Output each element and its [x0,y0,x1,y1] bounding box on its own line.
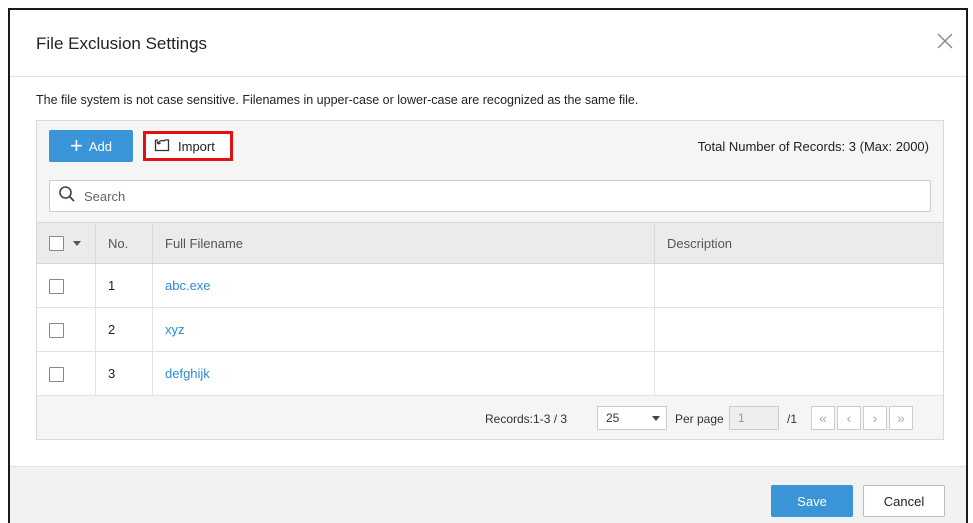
column-header-no: No. [95,222,153,264]
filename-link[interactable]: xyz [165,322,185,337]
chevron-down-icon [652,415,660,421]
row-checkbox[interactable] [49,366,64,382]
column-header-description: Description [654,222,943,264]
per-page-label: Per page [675,412,724,426]
file-exclusion-dialog: File Exclusion Settings The file system … [8,8,968,523]
row-checkbox[interactable] [49,278,64,294]
pagination-bar: Records:1-3 / 3 25 Per page /1 « ‹ › » [37,397,943,439]
filename-link[interactable]: defghijk [165,366,210,381]
table-row: 1 abc.exe [37,263,943,308]
dialog-header: File Exclusion Settings [10,10,966,77]
filename-cell: defghijk [152,351,655,396]
row-checkbox[interactable] [49,322,64,338]
table-header-row: No. Full Filename Description [37,222,943,264]
search-icon [58,185,76,208]
select-all-checkbox[interactable] [49,236,64,252]
cancel-button[interactable]: Cancel [863,485,945,517]
dialog-title: File Exclusion Settings [36,34,208,53]
last-page-icon[interactable]: » [889,406,913,430]
filename-cell: abc.exe [152,263,655,308]
filename-link[interactable]: abc.exe [165,278,211,293]
description-cell [654,263,943,308]
import-icon [154,137,170,155]
page-number-input[interactable] [729,406,779,430]
select-all-header[interactable] [37,222,96,264]
filename-cell: xyz [152,307,655,352]
per-page-value: 25 [606,411,620,425]
row-select-cell [37,263,96,308]
per-page-select[interactable]: 25 [597,406,667,430]
page-total: /1 [787,412,798,426]
table-row: 3 defghijk [37,351,943,396]
next-page-icon[interactable]: › [863,406,887,430]
total-records-count: Total Number of Records: 3 (Max: 2000) [697,139,929,154]
exclusion-list-panel: + Add Import Total Number of Records: 3 … [36,120,944,440]
chevron-down-icon[interactable] [73,241,81,247]
table-row: 2 xyz [37,307,943,352]
first-page-icon[interactable]: « [811,406,835,430]
description-cell [654,351,943,396]
dialog-footer: Save Cancel [10,466,966,523]
plus-icon: + [70,133,83,158]
description-cell [654,307,943,352]
add-button-label: Add [88,138,112,154]
import-button[interactable]: Import [143,131,233,161]
row-select-cell [37,351,96,396]
row-select-cell [37,307,96,352]
row-number: 3 [95,351,153,396]
save-button[interactable]: Save [771,485,853,517]
search-box [49,180,931,212]
import-button-label: Import [178,138,215,154]
exclusion-table: No. Full Filename Description 1 abc.exe … [37,222,943,396]
close-icon[interactable] [934,30,956,52]
prev-page-icon[interactable]: ‹ [837,406,861,430]
search-input[interactable] [82,187,906,205]
row-number: 2 [95,307,153,352]
add-button[interactable]: + Add [49,130,133,162]
case-sensitivity-notice: The file system is not case sensitive. F… [36,93,639,107]
row-number: 1 [95,263,153,308]
records-range: Records:1-3 / 3 [485,412,568,426]
column-header-filename: Full Filename [152,222,655,264]
